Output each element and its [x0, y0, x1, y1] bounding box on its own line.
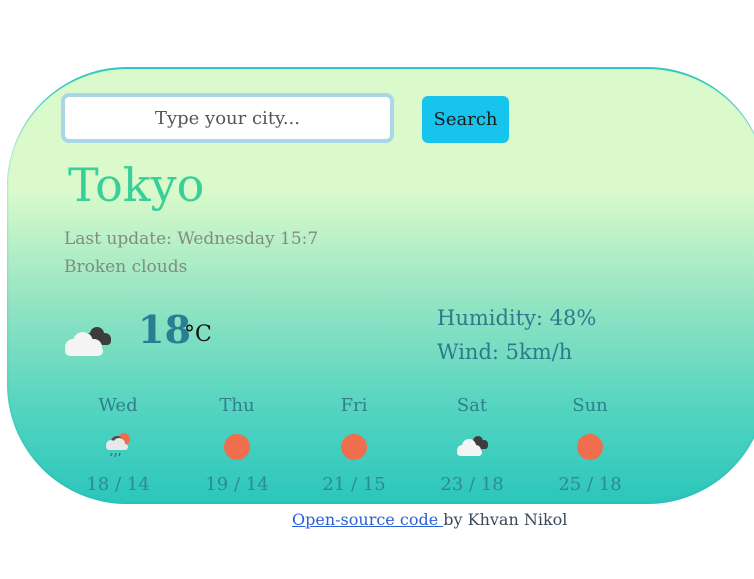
current-temperature: 18	[138, 307, 191, 352]
forecast-day-name: Thu	[219, 395, 255, 416]
city-search-input[interactable]	[61, 93, 394, 143]
forecast-day-name: Sat	[456, 395, 488, 416]
search-button[interactable]: Search	[422, 96, 509, 143]
footer-credits: Open-source code by Khvan Nikol	[292, 510, 567, 529]
sun-icon	[577, 434, 603, 460]
weather-description: Broken clouds	[64, 257, 188, 277]
broken-clouds-icon	[61, 322, 115, 362]
wind-text: Wind: 5km/h	[437, 340, 573, 364]
sun-icon	[341, 434, 367, 460]
forecast-day: Sun 25 / 18	[540, 392, 640, 495]
last-update-text: Last update: Wednesday 15:7	[64, 229, 319, 249]
forecast-day: Sat 23 / 18	[422, 392, 522, 495]
forecast-temps: 19 / 14	[205, 474, 269, 495]
forecast-day-name: Sun	[572, 395, 608, 416]
forecast-day: Thu 19 / 14	[187, 392, 287, 495]
forecast-temps: 18 / 14	[86, 474, 150, 495]
humidity-text: Humidity: 48%	[437, 306, 597, 330]
sun-icon	[224, 434, 250, 460]
broken-clouds-icon	[454, 433, 490, 461]
forecast-day-name: Fri	[340, 395, 368, 416]
rain-cloud-icon	[103, 430, 133, 464]
temperature-unit: °C	[184, 322, 212, 347]
forecast-day-name: Wed	[98, 395, 138, 416]
forecast-temps: 21 / 15	[322, 474, 386, 495]
forecast-temps: 23 / 18	[440, 474, 504, 495]
forecast-day: Wed 18 / 14	[68, 392, 168, 495]
forecast-temps: 25 / 18	[558, 474, 622, 495]
forecast-day: Fri 21 / 15	[304, 392, 404, 495]
city-name: Tokyo	[68, 158, 205, 212]
author-text: by Khvan Nikol	[443, 510, 568, 529]
open-source-link[interactable]: Open-source code	[292, 510, 443, 529]
